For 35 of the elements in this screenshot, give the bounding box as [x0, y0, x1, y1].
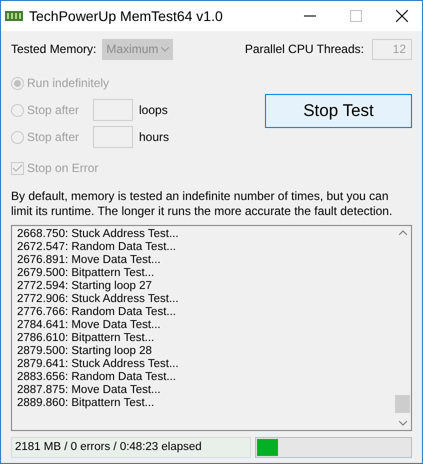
log-line: 2879.641: Stuck Address Test...	[17, 358, 180, 371]
maximize-icon[interactable]	[350, 10, 362, 22]
scroll-thumb[interactable]	[395, 395, 410, 413]
checkbox-label: Stop on Error	[27, 160, 98, 177]
status-text: 2181 MB / 0 errors / 0:48:23 elapsed	[11, 437, 251, 458]
radio-label: Stop after	[27, 129, 80, 146]
log-line: 2883.656: Random Data Test...	[17, 371, 177, 384]
log-line: 2879.500: Starting loop 28	[17, 345, 153, 358]
log-line: 2784.641: Move Data Test...	[17, 319, 162, 332]
tested-memory-label: Tested Memory:	[11, 41, 96, 58]
radio-label: Run indefinitely	[27, 75, 110, 92]
log-line: 2776.766: Random Data Test...	[17, 306, 177, 319]
unit-label: loops	[139, 102, 168, 119]
log-line: 2772.594: Starting loop 27	[17, 280, 153, 293]
log-line: 2887.875: Move Data Test...	[17, 384, 162, 397]
close-icon[interactable]	[396, 10, 408, 22]
number-field[interactable]	[93, 126, 133, 148]
number-field[interactable]	[93, 99, 133, 121]
unit-label: hours	[139, 129, 170, 146]
log-line: 2889.860: Bitpattern Test...	[17, 397, 156, 410]
scroll-down-icon[interactable]	[398, 421, 406, 426]
scroll-up-icon[interactable]	[398, 230, 406, 235]
log-line: 2668.750: Stuck Address Test...	[17, 228, 180, 241]
log-line: 2772.906: Stuck Address Test...	[17, 293, 180, 306]
log-line: 2786.610: Bitpattern Test...	[17, 332, 156, 345]
radio-label: Stop after	[27, 102, 80, 119]
chevron-down-icon	[161, 46, 170, 52]
log-line: 2679.500: Bitpattern Test...	[17, 267, 156, 280]
stop-test-button[interactable]: Stop Test	[265, 94, 412, 128]
memory-chip-icon	[5, 10, 23, 22]
log-line: 2672.547: Random Data Test...	[17, 241, 177, 254]
log-line: 2676.891: Move Data Test...	[17, 254, 162, 267]
description-text: By default, memory is tested an indefinite number of times, but you can limit its runtime. The longer it runs the more accurate the fault detection.	[10, 189, 394, 219]
threads-label: Parallel CPU Threads:	[244, 41, 364, 58]
window-title: TechPowerUp MemTest64 v1.0	[29, 6, 224, 26]
